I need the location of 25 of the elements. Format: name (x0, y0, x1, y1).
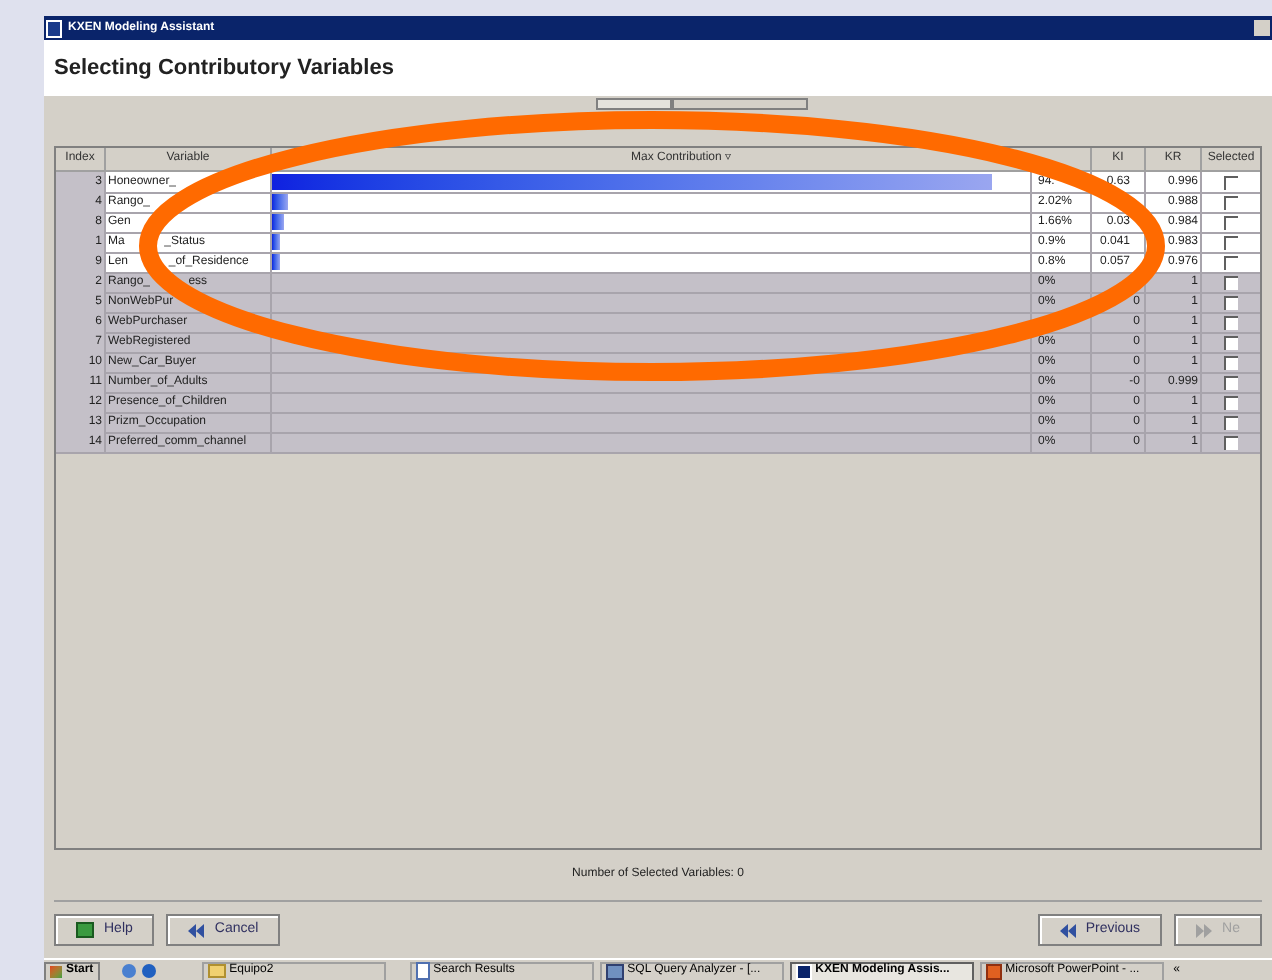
select-checkbox[interactable] (1224, 215, 1238, 229)
windows-logo-icon (50, 965, 62, 977)
back-arrows-icon (188, 923, 205, 937)
select-checkbox[interactable] (1224, 415, 1238, 429)
select-checkbox[interactable] (1224, 395, 1238, 409)
select-checkbox[interactable] (1224, 195, 1238, 209)
view-toggle[interactable] (596, 98, 672, 110)
select-checkbox[interactable] (1224, 335, 1238, 349)
view-toggle[interactable] (672, 98, 808, 110)
slides-icon (985, 963, 1002, 979)
help-icon (76, 922, 94, 938)
select-checkbox[interactable] (1224, 295, 1238, 309)
select-checkbox[interactable] (1224, 255, 1238, 269)
server-icon (605, 963, 624, 979)
select-checkbox[interactable] (1224, 375, 1238, 389)
select-checkbox[interactable] (1224, 175, 1238, 189)
select-checkbox[interactable] (1224, 355, 1238, 369)
page-title: Selecting Contributory Variables (54, 53, 394, 84)
forward-arrows-icon (1196, 923, 1213, 937)
back-arrows-icon (1059, 923, 1076, 937)
select-checkbox[interactable] (1224, 235, 1238, 249)
select-checkbox[interactable] (1224, 275, 1238, 289)
select-checkbox[interactable] (1224, 315, 1238, 329)
select-checkbox[interactable] (1224, 435, 1238, 449)
folder-icon (207, 964, 226, 978)
